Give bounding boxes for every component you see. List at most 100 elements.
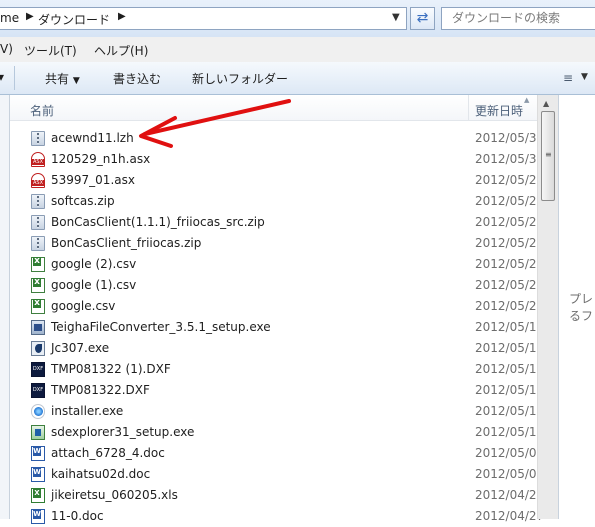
zip-file-icon [31,131,45,146]
search-input[interactable]: ダウンロードの検索 [441,7,595,30]
file-name: google.csv [51,299,116,313]
scroll-up-icon[interactable]: ▲ [543,99,549,108]
menu-bar: V) ツール(T) ヘルプ(H) [0,37,595,63]
file-date: 2012/05/25 [475,215,545,229]
file-date: 2012/05/15 [475,404,545,418]
file-date: 2012/05/25 [475,257,545,271]
file-row[interactable]: installer.exe 2012/05/15 [10,401,544,422]
file-date: 2012/05/25 [475,278,545,292]
file-date: 2012/05/25 [475,299,545,313]
file-row[interactable]: sdexplorer31_setup.exe 2012/05/12 [10,422,544,443]
chevron-right-icon[interactable]: ▶ [26,11,34,22]
csv-file-icon [31,299,45,314]
menu-view[interactable]: V) [0,42,13,56]
file-name: acewnd11.lzh [51,131,134,145]
inst-file-icon [31,404,45,419]
file-date: 2012/05/29 [475,173,545,187]
file-row[interactable]: Jc307.exe 2012/05/17 [10,338,544,359]
doc-file-icon [31,467,45,482]
file-row[interactable]: google (1).csv 2012/05/25 [10,275,544,296]
zip-file-icon [31,194,45,209]
file-row[interactable]: TMP081322.DXF 2012/05/15 [10,380,544,401]
chevron-down-icon[interactable]: ▼ [392,12,400,23]
csv-file-icon [31,278,45,293]
file-list[interactable]: 名前 更新日時 ▲ acewnd11.lzh 2012/05/31 120529_n… [10,95,544,524]
file-row[interactable]: TMP081322 (1).DXF 2012/05/15 [10,359,544,380]
doc-file-icon [31,509,45,524]
file-name: installer.exe [51,404,124,418]
file-name: Jc307.exe [51,341,110,355]
file-name: 11-0.doc [51,509,104,523]
file-row[interactable]: BonCasClient(1.1.1)_friiocas_src.zip 2012… [10,212,544,233]
breadcrumb-item-parent[interactable]: me [0,11,19,25]
preview-pane: プレ るフ [558,95,595,519]
file-row[interactable]: acewnd11.lzh 2012/05/31 [10,128,544,149]
file-row[interactable]: kaihatsu02d.doc 2012/05/07 [10,464,544,485]
preview-line-1: プレ [569,292,594,306]
navigation-pane[interactable] [0,95,10,519]
grip-icon: ≡ [545,150,552,159]
toolbar-separator [14,66,15,90]
breadcrumb-item-downloads[interactable]: ダウンロード [38,11,110,28]
file-date: 2012/05/17 [475,341,545,355]
scroll-thumb[interactable]: ≡ [541,111,555,201]
setup-file-icon [31,425,45,440]
file-date: 2012/04/28 [475,488,545,502]
file-date: 2012/05/07 [475,467,545,481]
burn-button[interactable]: 書き込む [113,70,161,87]
file-date: 2012/05/30 [475,152,545,166]
menu-help[interactable]: ヘルプ(H) [94,42,148,59]
file-row[interactable]: 53997_01.asx 2012/05/29 [10,170,544,191]
file-row[interactable]: 120529_n1h.asx 2012/05/30 [10,149,544,170]
file-row[interactable]: google.csv 2012/05/25 [10,296,544,317]
file-date: 2012/05/25 [475,236,545,250]
file-name: TeighaFileConverter_3.5.1_setup.exe [51,320,271,334]
column-divider[interactable] [468,95,469,120]
refresh-button[interactable]: ⇄ [410,7,435,30]
share-button[interactable]: 共有 ▼ [45,70,80,87]
file-name: 53997_01.asx [51,173,135,187]
file-name: TMP081322.DXF [51,383,150,397]
preview-line-2: るフ [569,309,594,323]
vertical-scrollbar[interactable]: ▲ ≡ [537,95,558,519]
file-name: jikeiretsu_060205.xls [51,488,178,502]
file-date: 2012/05/17 [475,320,545,334]
view-options-icon[interactable]: ≡ [563,71,573,85]
file-row[interactable]: TeighaFileConverter_3.5.1_setup.exe 2012/… [10,317,544,338]
column-date-header[interactable]: 更新日時 [475,102,523,119]
file-name: 120529_n1h.asx [51,152,151,166]
exe-file-icon [31,320,45,335]
file-name: google (1).csv [51,278,137,292]
organize-dropdown-icon[interactable]: ▾ [0,70,4,84]
command-bar: ▾ 共有 ▼ 書き込む 新しいフォルダー ≡ ▼ [0,62,595,95]
refresh-icon: ⇄ [416,10,429,26]
new-folder-button[interactable]: 新しいフォルダー [192,70,288,87]
file-name: softcas.zip [51,194,115,208]
file-date: 2012/05/07 [475,446,545,460]
breadcrumb[interactable]: me ▶ ダウンロード ▶ ▼ [0,7,407,30]
chevron-right-icon[interactable]: ▶ [118,11,126,22]
chevron-down-icon[interactable]: ▼ [581,72,588,82]
file-name: kaihatsu02d.doc [51,467,151,481]
column-name-header[interactable]: 名前 [30,102,54,119]
file-row[interactable]: softcas.zip 2012/05/25 [10,191,544,212]
file-row[interactable]: jikeiretsu_060205.xls 2012/04/28 [10,485,544,506]
file-name: google (2).csv [51,257,137,271]
jc-file-icon [31,341,45,356]
file-name: BonCasClient(1.1.1)_friiocas_src.zip [51,215,265,229]
menu-tools[interactable]: ツール(T) [24,42,77,59]
file-row[interactable]: attach_6728_4.doc 2012/05/07 [10,443,544,464]
preview-message: プレ るフ [569,291,593,325]
doc-file-icon [31,446,45,461]
file-row[interactable]: google (2).csv 2012/05/25 [10,254,544,275]
file-date: 2012/05/15 [475,362,545,376]
file-row[interactable]: BonCasClient_friiocas.zip 2012/05/25 [10,233,544,254]
file-row[interactable]: 11-0.doc 2012/04/27 [10,506,544,527]
file-name: attach_6728_4.doc [51,446,165,460]
file-name: BonCasClient_friiocas.zip [51,236,202,250]
file-date: 2012/05/12 [475,425,545,439]
sort-up-icon: ▲ [524,96,530,104]
zip-file-icon [31,236,45,251]
xls-file-icon [31,488,45,503]
file-date: 2012/05/31 [475,131,545,145]
